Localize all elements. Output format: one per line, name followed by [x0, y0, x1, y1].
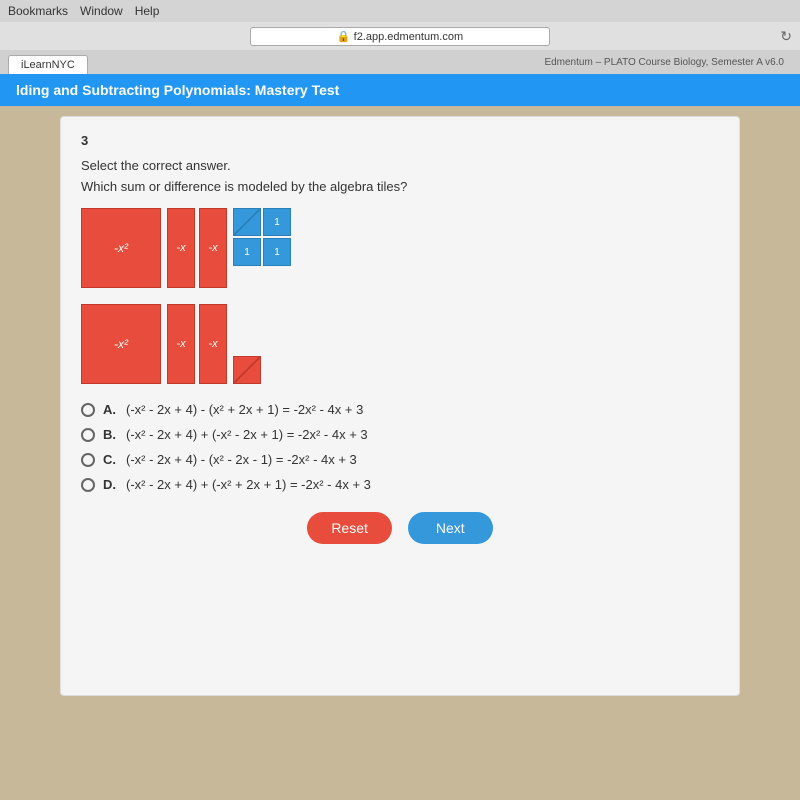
option-d[interactable]: D. (-x² - 2x + 4) + (-x² + 2x + 1) = -2x… [81, 477, 719, 492]
answer-options: A. (-x² - 2x + 4) - (x² + 2x + 1) = -2x²… [81, 402, 719, 492]
tile-neg-x-top-2: -x [199, 208, 227, 288]
address-bar[interactable]: 🔒 f2.app.edmentum.com [250, 27, 550, 46]
menu-help[interactable]: Help [135, 4, 160, 18]
tile-neg-x-bottom-1: -x [167, 304, 195, 384]
algebra-tiles: -x² -x -x 1 1 1 -x² -x -x [81, 208, 719, 384]
bottom-right-tile-container [233, 304, 261, 384]
label-c: C. [103, 452, 116, 467]
tile-blue-4: 1 [263, 238, 291, 266]
tile-neg-x2-top: -x² [81, 208, 161, 288]
tile-blue-2: 1 [263, 208, 291, 236]
label-a: A. [103, 402, 116, 417]
option-c[interactable]: C. (-x² - 2x + 4) - (x² - 2x - 1) = -2x²… [81, 452, 719, 467]
menu-window[interactable]: Window [80, 4, 123, 18]
tile-neg-x-top-1: -x [167, 208, 195, 288]
radio-d[interactable] [81, 478, 95, 492]
tile-row-x-top: -x -x [167, 208, 227, 288]
content-area: 3 Select the correct answer. Which sum o… [60, 116, 740, 696]
tile-row-bottom-left: -x² -x -x [81, 304, 291, 384]
refresh-icon[interactable]: ↻ [780, 28, 792, 45]
question-text: Which sum or difference is modeled by th… [81, 179, 719, 194]
tile-row-x-bottom: -x -x [167, 304, 227, 384]
radio-b[interactable] [81, 428, 95, 442]
tab-ilearnnyc[interactable]: iLearnNYC [8, 55, 88, 74]
address-text: f2.app.edmentum.com [354, 31, 463, 43]
browser-chrome: Bookmarks Window Help 🔒 f2.app.edmentum.… [0, 0, 800, 74]
menu-bookmarks[interactable]: Bookmarks [8, 4, 68, 18]
radio-a[interactable] [81, 403, 95, 417]
next-button[interactable]: Next [408, 512, 493, 544]
page-title-bar: lding and Subtracting Polynomials: Maste… [0, 74, 800, 106]
text-a: (-x² - 2x + 4) - (x² + 2x + 1) = -2x² - … [126, 402, 363, 417]
tab-bar: iLearnNYC Edmentum – PLATO Course Biolog… [0, 50, 800, 74]
text-c: (-x² - 2x + 4) - (x² - 2x - 1) = -2x² - … [126, 452, 357, 467]
address-bar-row: 🔒 f2.app.edmentum.com ↻ [0, 22, 800, 50]
option-b[interactable]: B. (-x² - 2x + 4) + (-x² - 2x + 1) = -2x… [81, 427, 719, 442]
question-number: 3 [81, 133, 719, 148]
tile-blue-3: 1 [233, 238, 261, 266]
label-b: B. [103, 427, 116, 442]
lock-icon: 🔒 [337, 31, 351, 43]
instruction-text: Select the correct answer. [81, 158, 719, 173]
radio-c[interactable] [81, 453, 95, 467]
tile-small-red [233, 356, 261, 384]
tile-neg-x2-bottom: -x² [81, 304, 161, 384]
text-d: (-x² - 2x + 4) + (-x² + 2x + 1) = -2x² -… [126, 477, 371, 492]
option-a[interactable]: A. (-x² - 2x + 4) - (x² + 2x + 1) = -2x²… [81, 402, 719, 417]
tile-group-left: -x² -x -x 1 1 1 -x² -x -x [81, 208, 291, 384]
label-d: D. [103, 477, 116, 492]
page-title: lding and Subtracting Polynomials: Maste… [16, 82, 339, 98]
tile-blue-1 [233, 208, 261, 236]
tab-edmentum[interactable]: Edmentum – PLATO Course Biology, Semeste… [536, 57, 792, 68]
tile-neg-x-bottom-2: -x [199, 304, 227, 384]
bottom-buttons: Reset Next [81, 512, 719, 544]
reset-button[interactable]: Reset [307, 512, 392, 544]
menu-bar: Bookmarks Window Help [0, 0, 800, 22]
tile-row-top-left: -x² -x -x 1 1 1 [81, 208, 291, 288]
text-b: (-x² - 2x + 4) + (-x² - 2x + 1) = -2x² -… [126, 427, 368, 442]
blue-tiles: 1 1 1 [233, 208, 291, 288]
